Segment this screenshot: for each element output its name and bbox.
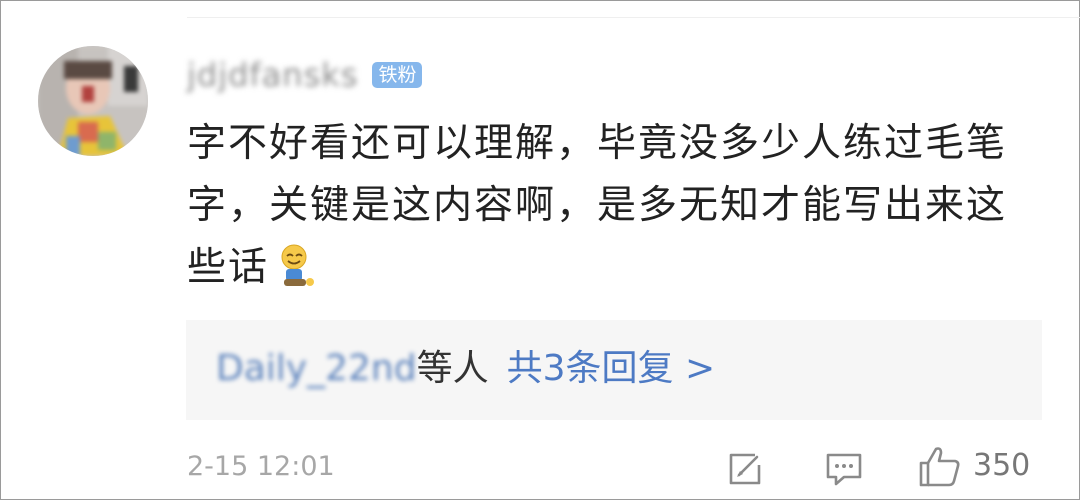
thumbs-up-icon [919, 447, 960, 487]
kneeling-smile-emoji-icon [277, 244, 317, 307]
reply-username[interactable]: Daily_22nd [216, 348, 417, 389]
comment-header: jdjdfansks 铁粉 [187, 51, 423, 99]
comment-card: jdjdfansks 铁粉 字不好看还可以理解，毕竟没多少人练过毛笔字，关键是这… [0, 0, 1080, 500]
reply-count-link[interactable]: 共3条回复 > [507, 348, 716, 389]
edit-button[interactable] [725, 449, 765, 489]
username[interactable]: jdjdfansks [187, 56, 358, 94]
comment-button[interactable] [824, 449, 864, 489]
like-count: 350 [973, 448, 1031, 483]
fan-badge: 铁粉 [372, 62, 423, 88]
comment-icon [826, 453, 862, 486]
edit-icon [729, 453, 761, 485]
replies-summary: Daily_22nd等人 共3条回复 > [216, 347, 715, 391]
timestamp: 2-15 12:01 [187, 451, 335, 482]
comment-body: 字不好看还可以理解，毕竟没多少人练过毛笔字，关键是这内容啊，是多无知才能写出来这… [187, 113, 1037, 307]
avatar[interactable] [38, 46, 148, 156]
replies-preview[interactable]: Daily_22nd等人 共3条回复 > [186, 320, 1042, 420]
reply-others-label: 等人 [416, 348, 489, 389]
divider [187, 17, 1080, 18]
like-button[interactable]: 350 [917, 443, 1030, 489]
